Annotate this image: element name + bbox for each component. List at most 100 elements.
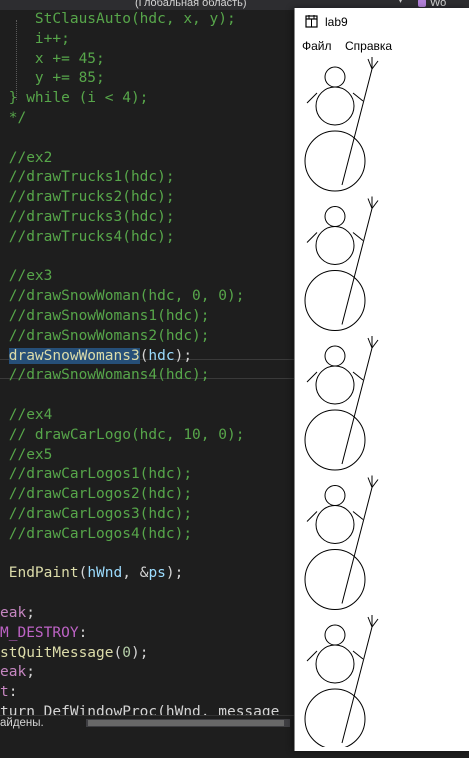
snow-woman-head: [324, 345, 346, 367]
code-token: i++;: [34, 30, 70, 47]
code-line[interactable]: } while (i < 4);: [0, 88, 149, 108]
menu-help[interactable]: Справка: [345, 39, 392, 53]
snow-woman-head: [324, 66, 346, 88]
horizontal-scrollbar[interactable]: [86, 719, 290, 727]
snow-woman-head: [324, 485, 346, 506]
code-token: );: [165, 565, 184, 582]
snow-woman-right-arm: [352, 511, 364, 520]
code-line[interactable]: drawSnowWomans3(hdc);: [0, 346, 192, 366]
code-line[interactable]: //drawSnowWoman(hdc, 0, 0);: [0, 286, 245, 306]
code-line[interactable]: M_DESTROY:: [0, 623, 87, 643]
window-titlebar[interactable]: lab9: [295, 8, 469, 36]
broom-bristle: [371, 618, 379, 628]
code-token: );: [130, 644, 149, 661]
code-line[interactable]: //ex5: [0, 445, 53, 465]
code-line[interactable]: //ex3: [0, 266, 53, 286]
code-line[interactable]: //drawTrucks2(hdc);: [0, 187, 175, 207]
scrollbar-thumb[interactable]: [88, 720, 284, 726]
code-line[interactable]: //drawTrucks4(hdc);: [0, 227, 175, 247]
broom-bristle: [367, 58, 373, 70]
snow-woman-right-arm: [352, 92, 364, 102]
code-editor[interactable]: StClausAuto(hdc, x, y); i++; x += 45; y …: [0, 10, 294, 715]
code-token: drawSnowWomans3: [8, 347, 140, 364]
code-token: 0: [122, 644, 131, 661]
snow-woman-left-arm: [306, 371, 318, 383]
code-line[interactable]: //drawCarLogos3(hdc);: [0, 504, 192, 524]
code-line[interactable]: //drawTrucks1(hdc);: [0, 167, 175, 187]
snow-woman-head: [324, 206, 346, 227]
code-token: //drawSnowWomans2(hdc);: [8, 327, 210, 344]
code-line[interactable]: //ex4: [0, 405, 53, 425]
code-line[interactable]: //drawSnowWomans1(hdc);: [0, 306, 210, 326]
app-window[interactable]: lab9 Файл Справка: [294, 8, 469, 751]
code-token: :: [78, 624, 88, 641]
code-token: y += 85;: [34, 70, 105, 87]
code-line[interactable]: // drawCarLogo(hdc, 10, 0);: [0, 425, 245, 445]
broom-bristle: [367, 477, 373, 488]
broom-bristle: [371, 60, 379, 70]
code-line[interactable]: //ex2: [0, 148, 53, 168]
code-line[interactable]: y += 85;: [0, 68, 105, 88]
code-line[interactable]: stQuitMessage(0);: [0, 643, 148, 663]
snow-woman-body: [315, 226, 355, 265]
menu-file[interactable]: Файл: [302, 39, 332, 53]
code-line[interactable]: x += 45;: [0, 49, 105, 69]
code-line[interactable]: //drawTrucks3(hdc);: [0, 207, 175, 227]
code-token: //ex4: [8, 407, 53, 423]
app-icon: [305, 15, 318, 28]
code-line[interactable]: */: [0, 108, 26, 128]
drawing-canvas: [304, 57, 379, 747]
code-line[interactable]: t:: [0, 682, 17, 702]
broom-bristle: [367, 337, 373, 349]
code-line[interactable]: eak;: [0, 662, 35, 682]
broom-bristle: [371, 339, 379, 349]
broom-bristle: [371, 200, 379, 209]
snow-woman-body: [315, 505, 355, 544]
code-token: //drawSnowWomans1(hdc);: [8, 308, 210, 324]
code-token: } while (i < 4);: [8, 90, 149, 107]
code-line[interactable]: //drawSnowWomans2(hdc);: [0, 326, 210, 346]
snow-woman-body: [315, 86, 355, 126]
snow-woman-base: [304, 409, 366, 471]
code-token: M_DESTROY: [0, 624, 79, 641]
code-line[interactable]: eak;: [0, 603, 35, 623]
code-line[interactable]: //drawCarLogos1(hdc);: [0, 464, 192, 484]
code-line[interactable]: EndPaint(hWnd, &ps);: [0, 563, 184, 583]
snow-woman-right-arm: [352, 371, 364, 381]
code-line[interactable]: turn DefWindowProc(hWnd, message: [0, 702, 279, 715]
status-text: айдены.: [0, 717, 44, 729]
snow-woman: [304, 615, 379, 747]
snow-woman-head: [324, 624, 346, 646]
snow-woman-base: [304, 130, 366, 192]
snow-woman-base: [304, 549, 366, 610]
code-token: //drawCarLogos3(hdc);: [8, 506, 193, 522]
code-token: //drawTrucks2(hdc);: [8, 189, 175, 206]
code-line[interactable]: //drawSnowWomans4(hdc);: [0, 365, 210, 385]
code-line[interactable]: StClausAuto(hdc, x, y);: [0, 10, 236, 29]
code-line[interactable]: i++;: [0, 29, 70, 49]
code-token: hdc: [148, 347, 175, 364]
code-token: //drawTrucks4(hdc);: [8, 228, 175, 245]
chevron-down-icon[interactable]: ▾: [398, 0, 403, 6]
scope-dropdown[interactable]: (Глобальная область): [135, 0, 247, 9]
broom-stick: [341, 347, 373, 465]
code-line[interactable]: //drawCarLogos2(hdc);: [0, 484, 192, 504]
code-line[interactable]: //drawCarLogos4(hdc);: [0, 524, 192, 544]
member-icon: [418, 0, 426, 7]
snow-woman-base: [304, 270, 366, 331]
snow-woman-left-arm: [306, 232, 318, 243]
